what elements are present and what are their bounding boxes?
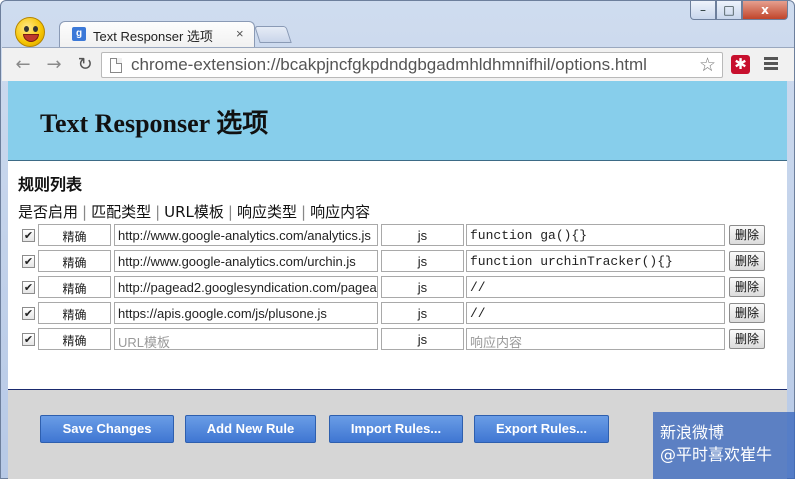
column-header-enabled: 是否启用 <box>18 203 79 221</box>
watermark-line-2: @平时喜欢崔牛 <box>660 445 773 464</box>
address-bar[interactable]: chrome-extension://bcakpjncfgkpdndgbgadm… <box>101 52 723 78</box>
menu-icon[interactable] <box>764 57 778 72</box>
delete-rule-button[interactable]: 删除 <box>729 225 765 245</box>
url-template-input[interactable]: https://apis.google.com/js/plusone.js <box>114 302 378 324</box>
extension-icon[interactable]: ✱ <box>731 55 750 74</box>
back-arrow-icon[interactable]: ← <box>11 53 35 77</box>
response-content-input[interactable]: function ga(){} <box>466 224 725 246</box>
column-header-response-content: 响应内容 <box>310 203 371 221</box>
rule-row: ✔ 精确 http://pagead2.googlesyndication.co… <box>8 276 787 298</box>
tab-title: Text Responser 选项 <box>93 29 213 44</box>
url-template-input[interactable]: URL模板 <box>114 328 378 350</box>
response-content-input[interactable]: 响应内容 <box>466 328 725 350</box>
column-headers: 是否启用 | 匹配类型 | URL模板 | 响应类型 | 响应内容 <box>18 203 371 221</box>
page-title: Text Responser 选项 <box>40 109 269 138</box>
smiley-logo-icon <box>15 17 45 47</box>
new-tab-button[interactable] <box>254 26 292 43</box>
rule-row: ✔ 精确 http://www.google-analytics.com/ana… <box>8 224 787 246</box>
response-content-input[interactable]: function urchinTracker(){} <box>466 250 725 272</box>
watermark-line-1: 新浪微博 <box>660 423 725 442</box>
column-header-url-template: URL模板 <box>164 203 224 221</box>
response-type-select[interactable]: js <box>381 302 464 324</box>
url-template-input[interactable]: http://www.google-analytics.com/urchin.j… <box>114 250 378 272</box>
match-type-select[interactable]: 精确 <box>38 250 111 272</box>
tab-options[interactable]: g Text Responser 选项 × <box>59 21 255 47</box>
enabled-checkbox[interactable]: ✔ <box>22 307 35 320</box>
bookmark-star-icon[interactable]: ☆ <box>699 54 716 76</box>
response-type-select[interactable]: js <box>381 328 464 350</box>
add-new-rule-button[interactable]: Add New Rule <box>185 415 316 443</box>
match-type-select[interactable]: 精确 <box>38 224 111 246</box>
export-rules-button[interactable]: Export Rules... <box>474 415 609 443</box>
forward-arrow-icon[interactable]: → <box>42 53 66 77</box>
match-type-select[interactable]: 精确 <box>38 328 111 350</box>
url-template-input[interactable]: http://pagead2.googlesyndication.com/pag… <box>114 276 378 298</box>
response-content-input[interactable]: // <box>466 276 725 298</box>
delete-rule-button[interactable]: 删除 <box>729 277 765 297</box>
title-bar: g Text Responser 选项 × – □ x <box>1 1 794 47</box>
weibo-watermark: 新浪微博 @平时喜欢崔牛 <box>653 412 795 479</box>
url-template-input[interactable]: http://www.google-analytics.com/analytic… <box>114 224 378 246</box>
enabled-checkbox[interactable]: ✔ <box>22 333 35 346</box>
delete-rule-button[interactable]: 删除 <box>729 251 765 271</box>
match-type-select[interactable]: 精确 <box>38 302 111 324</box>
enabled-checkbox[interactable]: ✔ <box>22 229 35 242</box>
response-type-select[interactable]: js <box>381 250 464 272</box>
column-header-match-type: 匹配类型 <box>91 203 152 221</box>
response-type-select[interactable]: js <box>381 276 464 298</box>
page-header: Text Responser 选项 <box>8 81 787 161</box>
rule-row: ✔ 精确 https://apis.google.com/js/plusone.… <box>8 302 787 324</box>
match-type-select[interactable]: 精确 <box>38 276 111 298</box>
close-window-button[interactable]: x <box>742 1 788 20</box>
delete-rule-button[interactable]: 删除 <box>729 303 765 323</box>
tab-favicon-icon: g <box>72 27 86 41</box>
enabled-checkbox[interactable]: ✔ <box>22 255 35 268</box>
import-rules-button[interactable]: Import Rules... <box>329 415 463 443</box>
tab-close-icon[interactable]: × <box>236 26 244 41</box>
rule-row: ✔ 精确 http://www.google-analytics.com/urc… <box>8 250 787 272</box>
delete-rule-button[interactable]: 删除 <box>729 329 765 349</box>
column-header-response-type: 响应类型 <box>236 203 297 221</box>
enabled-checkbox[interactable]: ✔ <box>22 281 35 294</box>
browser-toolbar: ← → ↻ chrome-extension://bcakpjncfgkpdnd… <box>2 47 794 81</box>
save-changes-button[interactable]: Save Changes <box>40 415 174 443</box>
rule-row: ✔ 精确 URL模板 js 响应内容 删除 <box>8 328 787 350</box>
minimize-button[interactable]: – <box>690 1 716 20</box>
response-content-input[interactable]: // <box>466 302 725 324</box>
response-type-select[interactable]: js <box>381 224 464 246</box>
section-title: 规则列表 <box>18 175 83 194</box>
page-icon <box>110 58 122 73</box>
url-text[interactable]: chrome-extension://bcakpjncfgkpdndgbgadm… <box>131 55 647 75</box>
reload-icon[interactable]: ↻ <box>73 53 97 77</box>
maximize-button[interactable]: □ <box>716 1 742 20</box>
window-controls: – □ x <box>690 1 788 21</box>
